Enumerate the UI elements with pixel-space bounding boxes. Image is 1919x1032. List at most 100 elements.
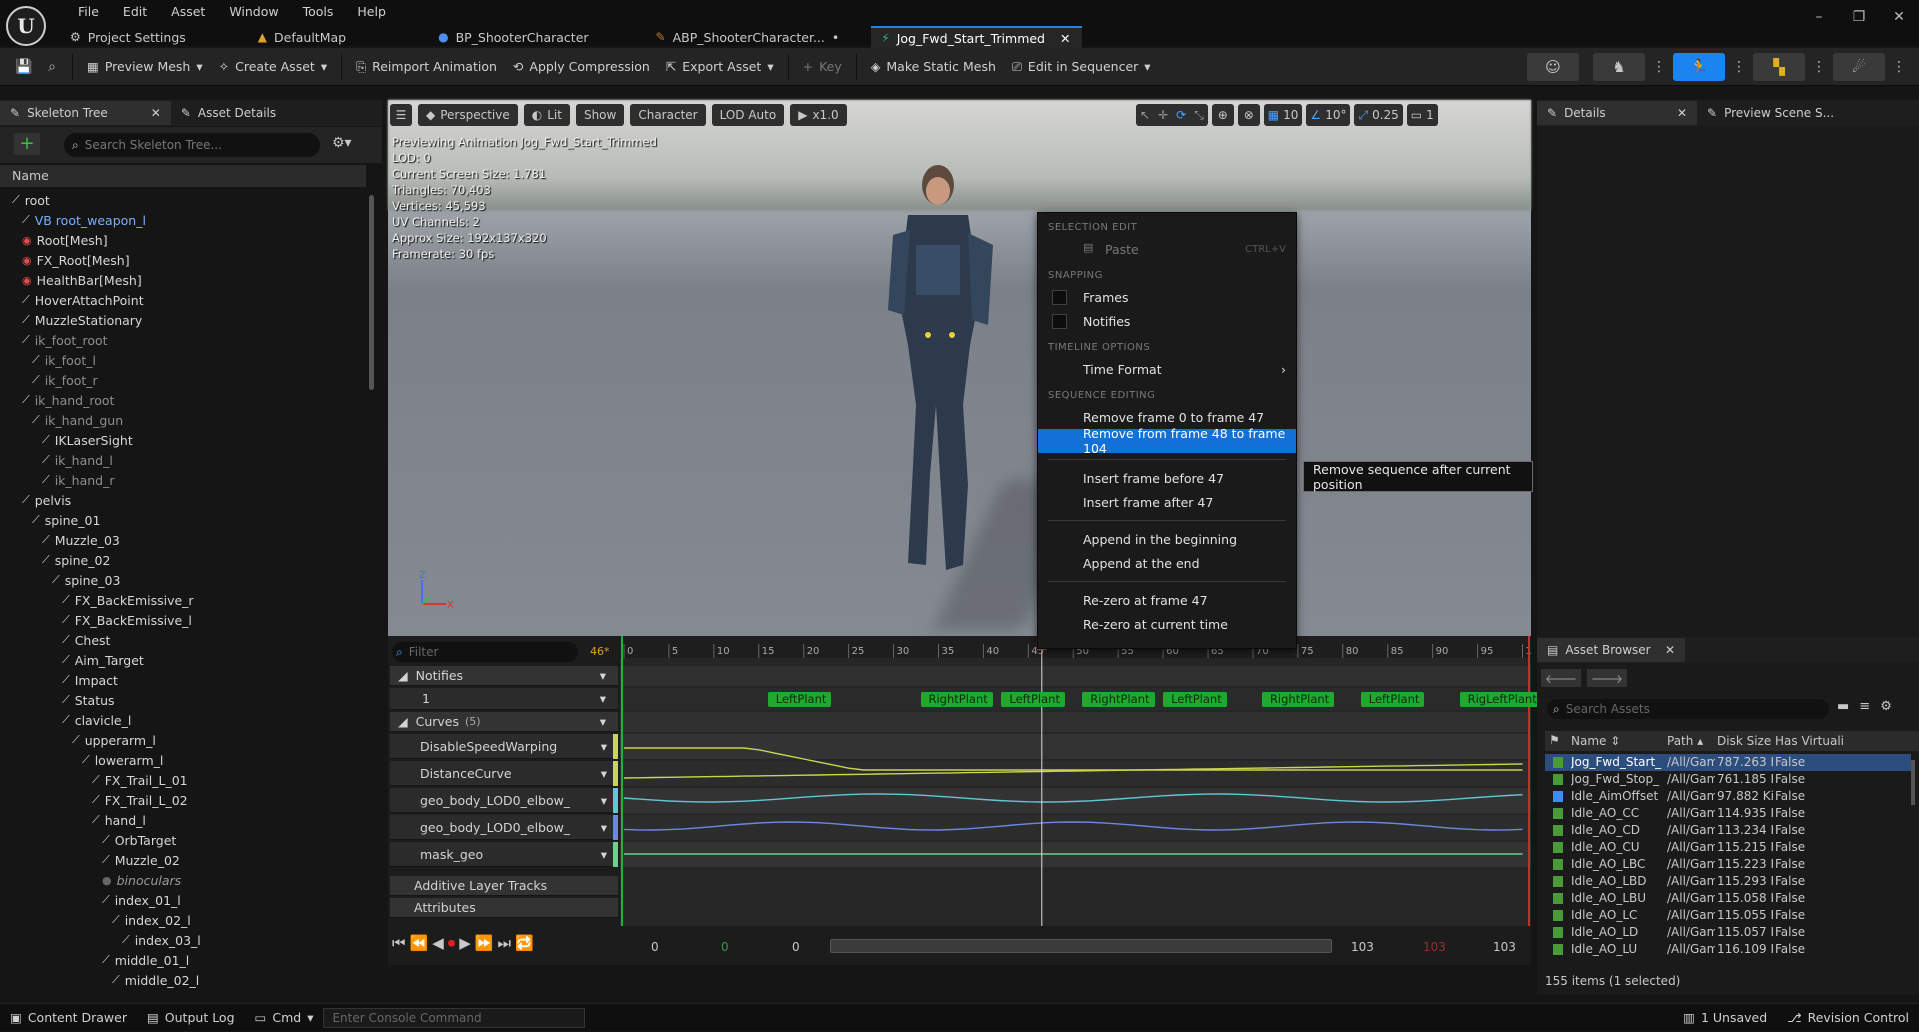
play-icon[interactable]: ▶ — [459, 934, 471, 952]
menu-item-time-format[interactable]: Time Format › — [1038, 357, 1296, 381]
skeleton-node[interactable]: ⟋ upperarm_l — [0, 730, 366, 750]
output-log-button[interactable]: ▤ Output Log — [137, 1004, 245, 1032]
skeleton-node[interactable]: ⟋ Muzzle_02 — [0, 850, 366, 870]
menu-item-snap-notifies[interactable]: Notifies — [1038, 309, 1296, 333]
step-forward-icon[interactable]: ⏩ — [475, 934, 494, 952]
skeleton-node[interactable]: ● binoculars — [0, 870, 366, 890]
skeleton-node[interactable]: ⟋ Status — [0, 690, 366, 710]
unreal-logo-icon[interactable]: U — [6, 6, 46, 46]
chevron-down-icon[interactable]: ▾ — [600, 714, 606, 729]
skeleton-node[interactable]: ⟋ ik_foot_l — [0, 350, 366, 370]
skeleton-node[interactable]: ⟋ middle_02_l — [0, 970, 366, 990]
skeleton-node[interactable]: ⟋ FX_BackEmissive_r — [0, 590, 366, 610]
restore-icon[interactable]: ❐ — [1839, 0, 1879, 34]
notifies-checkbox[interactable] — [1052, 314, 1067, 329]
menu-item-snap-frames[interactable]: Frames — [1038, 285, 1296, 309]
tab-default-map[interactable]: ▲ DefaultMap — [248, 26, 358, 48]
skeleton-node[interactable]: ⟋ lowerarm_l — [0, 750, 366, 770]
notify-event[interactable]: LeftPlant — [1163, 692, 1227, 707]
character-button[interactable]: Character — [630, 104, 706, 126]
asset-row[interactable]: Idle_AO_LBC/All/Gam115.223 KiFalse — [1545, 856, 1911, 873]
skeleton-node[interactable]: ⟋ middle_01_l — [0, 950, 366, 970]
physics-mode-icon[interactable]: ☄ — [1833, 52, 1885, 81]
tab-bp-shooter-character[interactable]: ● BP_ShooterCharacter — [428, 26, 600, 48]
skeleton-node[interactable]: ◉ Root[Mesh] — [0, 230, 366, 250]
chevron-down-icon[interactable]: ▾ — [601, 766, 607, 781]
perspective-button[interactable]: ◆ Perspective — [418, 104, 518, 126]
skeleton-node[interactable]: ⟋ FX_Trail_L_01 — [0, 770, 366, 790]
asset-row[interactable]: Idle_AO_LC/All/Gam115.055 KiFalse — [1545, 907, 1911, 924]
skeleton-node[interactable]: ⟋ ik_foot_r — [0, 370, 366, 390]
curve-track-row[interactable]: mask_geo ▾ — [390, 841, 618, 867]
lod-button[interactable]: LOD Auto — [711, 104, 785, 126]
content-drawer-button[interactable]: ▣ Content Drawer — [0, 1004, 137, 1032]
settings-gear-icon[interactable]: ⚙▾ — [332, 135, 352, 151]
tree-toggle-icon[interactable]: ⚑ — [1549, 733, 1560, 747]
menu-window[interactable]: Window — [217, 2, 290, 22]
show-button[interactable]: Show — [575, 104, 625, 126]
record-icon[interactable]: ⏺ — [448, 934, 456, 952]
lit-button[interactable]: ◐ Lit — [523, 104, 570, 126]
preview-viewport[interactable]: ☰ ◆ Perspective ◐ Lit Show Character LOD A… — [388, 100, 1531, 636]
mesh-mode-icon[interactable]: ♞ — [1593, 52, 1645, 81]
skeleton-node[interactable]: ◉ HealthBar[Mesh] — [0, 270, 366, 290]
frames-checkbox[interactable] — [1052, 290, 1067, 305]
notify-track-row[interactable]: 1 ▾ — [390, 688, 618, 710]
asset-list-scrollbar[interactable] — [1911, 760, 1915, 805]
apply-compression-button[interactable]: ⟲ Apply Compression — [505, 54, 658, 80]
asset-row[interactable]: Idle_AimOffset/All/Gam97.882 KiBFalse — [1545, 788, 1911, 805]
create-asset-button[interactable]: ✧ Create Asset ▾ — [211, 54, 335, 80]
tab-asset-browser[interactable]: ▤ Asset Browser ✕ — [1537, 638, 1685, 662]
reimport-animation-button[interactable]: ⎘ Reimport Animation — [348, 54, 505, 80]
column-path[interactable]: Path ▴ — [1667, 734, 1703, 748]
asset-row[interactable]: Jog_Fwd_Start_ /All/Gam787.263 KiFalse — [1545, 754, 1911, 771]
folder-open-icon[interactable]: ▬ — [1837, 699, 1849, 714]
menu-item-remove-after[interactable]: Remove from frame 48 to frame 104 — [1038, 426, 1296, 456]
chevron-down-icon[interactable]: ▾ — [601, 793, 607, 808]
menu-item-insert-before[interactable]: Insert frame before 47 — [1038, 466, 1296, 490]
save-icon[interactable]: 💾 — [10, 54, 38, 80]
notify-event[interactable]: LeftPlant — [1001, 692, 1065, 707]
more-options-icon[interactable]: ⋮ — [1805, 54, 1833, 80]
skeleton-node[interactable]: ⟋ Impact — [0, 670, 366, 690]
skeleton-mode-icon[interactable]: ☺ — [1527, 52, 1579, 81]
skeleton-node[interactable]: ⟋ VB root_weapon_l — [0, 210, 366, 230]
menu-help[interactable]: Help — [345, 2, 398, 22]
menu-item-rezero-frame[interactable]: Re-zero at frame 47 — [1038, 588, 1296, 612]
notify-event[interactable]: RightPlant — [1261, 692, 1335, 707]
additive-layer-tracks-header[interactable]: Additive Layer Tracks — [390, 876, 618, 896]
preview-mesh-button[interactable]: ▦ Preview Mesh ▾ — [79, 54, 211, 80]
tab-preview-scene-settings[interactable]: ✎ Preview Scene S... — [1697, 101, 1844, 125]
skeleton-node[interactable]: ⟋ OrbTarget — [0, 830, 366, 850]
skip-to-end-icon[interactable]: ⏭ — [498, 934, 512, 952]
view-range-start[interactable]: 0 — [651, 940, 659, 954]
export-asset-button[interactable]: ⇱ Export Asset ▾ — [658, 54, 782, 80]
settings-icon[interactable]: ⚙ — [1880, 699, 1892, 714]
menu-file[interactable]: File — [66, 2, 111, 22]
asset-search-input[interactable]: ⌕ Search Assets — [1547, 699, 1829, 719]
tab-jog-fwd-start-trimmed[interactable]: ⚡ Jog_Fwd_Start_Trimmed ✕ — [871, 26, 1083, 48]
make-static-mesh-button[interactable]: ◈ Make Static Mesh — [863, 54, 1004, 80]
working-range-start[interactable]: 0 — [792, 940, 800, 954]
asset-row[interactable]: Idle_AO_LBU/All/Gam115.058 KiFalse — [1545, 890, 1911, 907]
menu-item-paste[interactable]: ▤ Paste CTRL+V — [1038, 237, 1296, 261]
edit-in-sequencer-button[interactable]: ⎚ Edit in Sequencer ▾ — [1004, 54, 1159, 80]
timeline-filter-input[interactable]: ⌕ Filter — [392, 642, 578, 662]
close-icon[interactable]: ✕ — [151, 106, 161, 120]
skeleton-node[interactable]: ⟋ clavicle_l — [0, 710, 366, 730]
curve-track-row[interactable]: geo_body_LOD0_elbow_l_M▾ — [390, 787, 618, 813]
skeleton-node[interactable]: ⟋ index_02_l — [0, 910, 366, 930]
tab-asset-details[interactable]: ✎ Asset Details — [171, 101, 286, 125]
track-area[interactable]: 0510152025303540455055606570758085909510… — [620, 636, 1542, 926]
skeleton-node[interactable]: ⟋ index_03_l — [0, 930, 366, 950]
menu-item-insert-after[interactable]: Insert frame after 47 — [1038, 490, 1296, 514]
skeleton-node[interactable]: ⟋ IKLaserSight — [0, 430, 366, 450]
asset-row[interactable]: Idle_AO_CD/All/Gam113.234 KiFalse — [1545, 822, 1911, 839]
skeleton-node[interactable]: ⟋ FX_Trail_L_02 — [0, 790, 366, 810]
tab-skeleton-tree[interactable]: ✎ Skeleton Tree ✕ — [0, 101, 171, 125]
animation-mode-icon[interactable]: 🏃 — [1673, 52, 1725, 81]
notifies-header[interactable]: ◢ Notifies ▾ — [390, 666, 618, 686]
close-tab-icon[interactable]: ✕ — [1060, 31, 1070, 46]
unsaved-button[interactable]: ▥ 1 Unsaved — [1673, 1004, 1777, 1032]
key-button[interactable]: + Key — [795, 54, 850, 80]
